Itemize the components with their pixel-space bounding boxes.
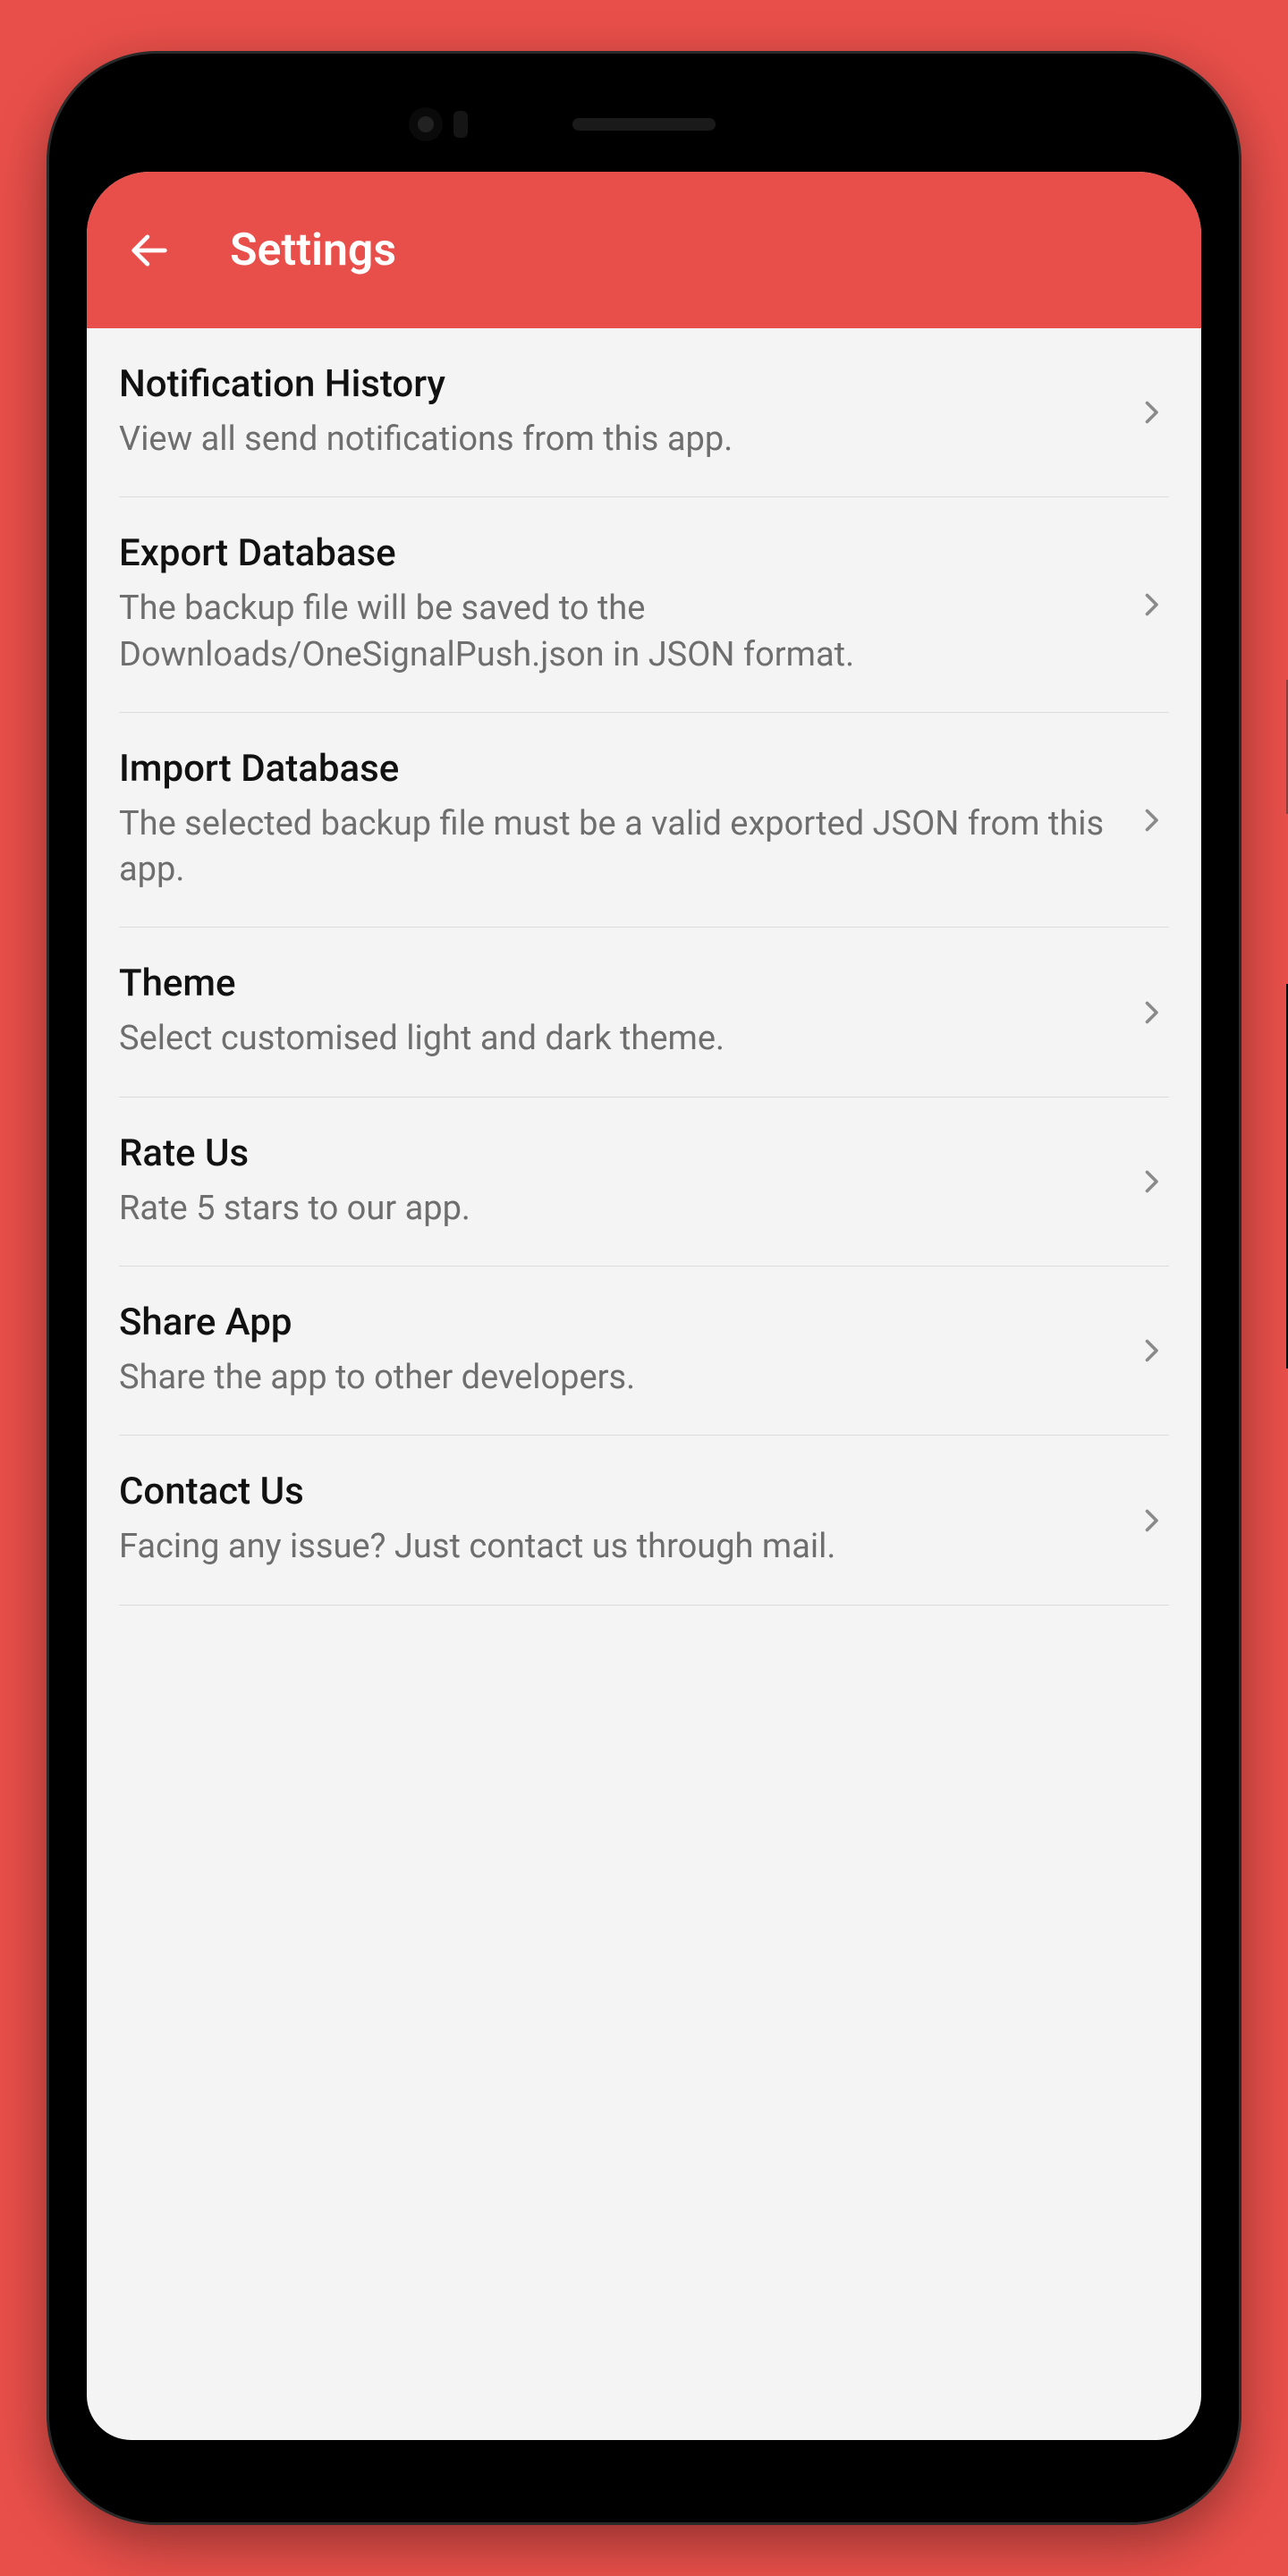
settings-item-contact-us[interactable]: Contact Us Facing any issue? Just contac…	[119, 1436, 1169, 1605]
item-title: Contact Us	[119, 1470, 1115, 1513]
item-title: Notification History	[119, 362, 1115, 406]
page-title: Settings	[230, 225, 396, 276]
list-item-text: Contact Us Facing any issue? Just contac…	[119, 1470, 1133, 1570]
item-subtitle: Rate 5 stars to our app.	[119, 1186, 1115, 1232]
settings-item-theme[interactable]: Theme Select customised light and dark t…	[119, 928, 1169, 1097]
list-item-text: Rate Us Rate 5 stars to our app.	[119, 1131, 1133, 1232]
item-subtitle: The selected backup file must be a valid…	[119, 801, 1115, 894]
item-title: Export Database	[119, 531, 1115, 575]
chevron-right-icon	[1133, 1164, 1169, 1199]
item-subtitle: Share the app to other developers.	[119, 1355, 1115, 1401]
appbar: Settings	[87, 172, 1201, 328]
chevron-right-icon	[1133, 802, 1169, 838]
phone-frame: Settings Notification History View all s…	[49, 54, 1239, 2522]
list-item-text: Share App Share the app to other develop…	[119, 1301, 1133, 1401]
item-subtitle: The backup file will be saved to the Dow…	[119, 586, 1115, 678]
list-item-text: Notification History View all send notif…	[119, 362, 1133, 462]
phone-camera	[409, 107, 443, 141]
item-subtitle: Select customised light and dark theme.	[119, 1016, 1115, 1062]
phone-inner: Settings Notification History View all s…	[69, 73, 1219, 2503]
chevron-right-icon	[1133, 995, 1169, 1030]
chevron-right-icon	[1133, 587, 1169, 623]
back-arrow-icon	[126, 227, 173, 274]
back-button[interactable]	[114, 215, 185, 286]
chevron-right-icon	[1133, 1503, 1169, 1538]
settings-item-export-database[interactable]: Export Database The backup file will be …	[119, 497, 1169, 713]
list-item-text: Export Database The backup file will be …	[119, 531, 1133, 678]
list-item-text: Theme Select customised light and dark t…	[119, 962, 1133, 1062]
settings-list: Notification History View all send notif…	[87, 328, 1201, 1606]
item-subtitle: Facing any issue? Just contact us throug…	[119, 1524, 1115, 1570]
list-item-text: Import Database The selected backup file…	[119, 747, 1133, 894]
item-title: Theme	[119, 962, 1115, 1005]
phone-sensor	[453, 111, 468, 138]
chevron-right-icon	[1133, 1333, 1169, 1368]
settings-item-notification-history[interactable]: Notification History View all send notif…	[119, 328, 1169, 497]
item-subtitle: View all send notifications from this ap…	[119, 417, 1115, 462]
settings-item-import-database[interactable]: Import Database The selected backup file…	[119, 713, 1169, 928]
item-title: Import Database	[119, 747, 1115, 791]
settings-item-rate-us[interactable]: Rate Us Rate 5 stars to our app.	[119, 1097, 1169, 1267]
phone-speaker	[572, 118, 716, 131]
settings-item-share-app[interactable]: Share App Share the app to other develop…	[119, 1267, 1169, 1436]
chevron-right-icon	[1133, 394, 1169, 430]
item-title: Rate Us	[119, 1131, 1115, 1175]
app-screen: Settings Notification History View all s…	[87, 172, 1201, 2440]
item-title: Share App	[119, 1301, 1115, 1344]
